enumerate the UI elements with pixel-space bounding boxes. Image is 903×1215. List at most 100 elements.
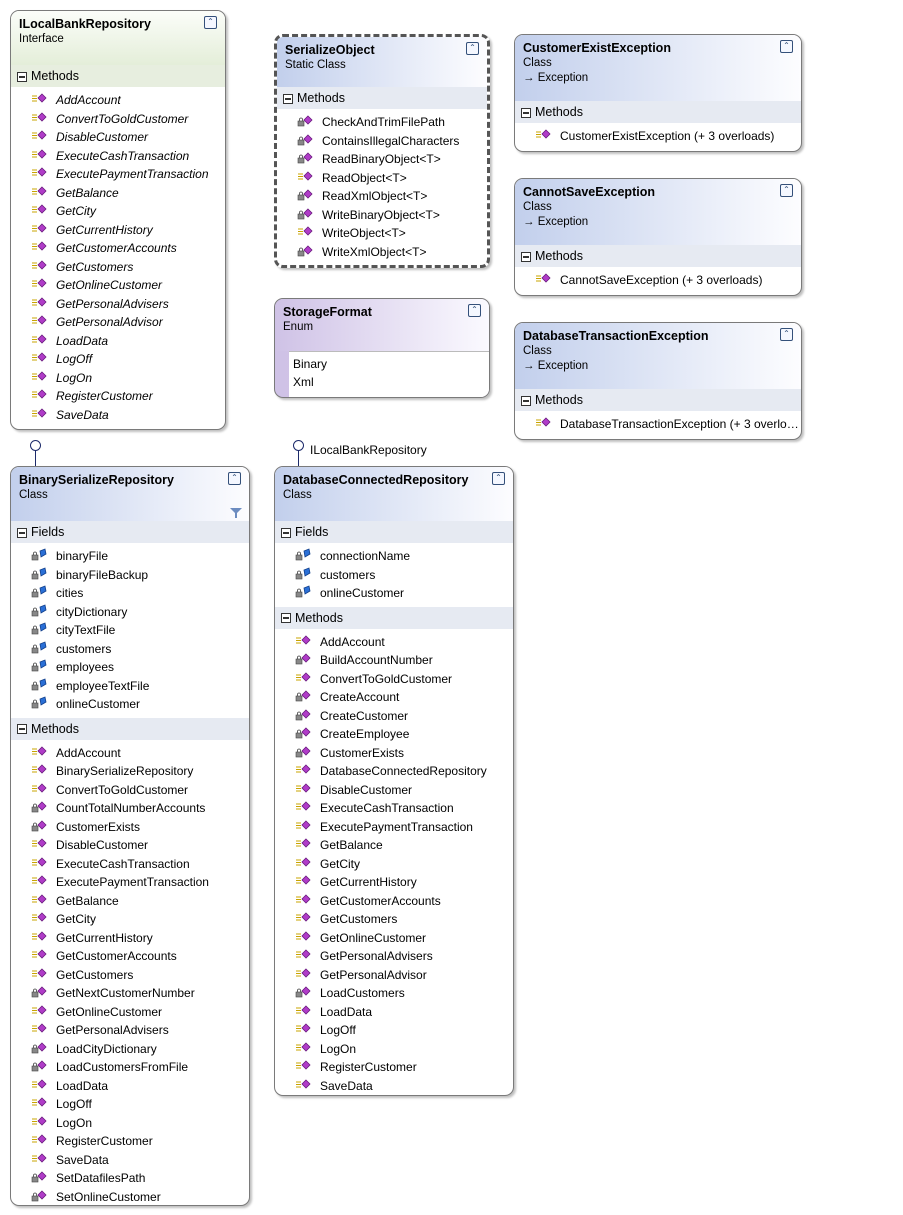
shape-storage[interactable]: StorageFormat Enum ⌃ Binary Xml [274,298,490,398]
member-item[interactable]: customers [11,640,249,659]
member-item[interactable]: cities [11,584,249,603]
member-item[interactable]: AddAccount [275,633,513,652]
member-item[interactable]: GetPersonalAdvisers [11,1021,249,1040]
section-header-fields[interactable]: Fields [11,521,249,543]
member-item[interactable]: customers [275,566,513,585]
shape-header[interactable]: DatabaseConnectedRepository Class ⌃ [275,467,513,521]
member-item[interactable]: BinarySerializeRepository [11,762,249,781]
shape-dbconn[interactable]: DatabaseConnectedRepository Class ⌃ Fields… [274,466,514,1096]
member-item[interactable]: LoadData [275,1003,513,1022]
member-item[interactable]: ReadBinaryObject<T> [277,150,487,169]
shape-binary[interactable]: BinarySerializeRepository Class ⌃ Fields bi… [10,466,250,1206]
member-item[interactable]: GetCustomerAccounts [11,239,225,258]
member-item[interactable]: LogOn [11,369,225,388]
member-item[interactable]: CreateAccount [275,688,513,707]
member-item[interactable]: LogOn [275,1040,513,1059]
shape-custexist[interactable]: CustomerExistException Class → Exception ⌃… [514,34,802,152]
shape-serialize[interactable]: SerializeObject Static Class ⌃ Methods Chec… [274,34,490,268]
member-item[interactable]: CustomerExists [11,818,249,837]
member-item[interactable]: DisableCustomer [275,781,513,800]
collapse-chevron-icon[interactable]: ⌃ [228,472,241,485]
collapse-chevron-icon[interactable]: ⌃ [468,304,481,317]
member-item[interactable]: ExecuteCashTransaction [11,147,225,166]
collapse-section-icon[interactable] [17,724,27,735]
member-item[interactable]: LoadData [11,332,225,351]
member-item[interactable]: RegisterCustomer [11,1132,249,1151]
member-item[interactable]: GetPersonalAdvisor [11,313,225,332]
member-item[interactable]: LoadCityDictionary [11,1040,249,1059]
member-item[interactable]: LoadCustomersFromFile [11,1058,249,1077]
member-item[interactable]: GetCurrentHistory [11,929,249,948]
member-item[interactable]: ConvertToGoldCustomer [11,781,249,800]
member-item[interactable]: ExecutePaymentTransaction [11,165,225,184]
member-item[interactable]: GetCurrentHistory [275,873,513,892]
member-item[interactable]: ConvertToGoldCustomer [11,110,225,129]
section-header-methods[interactable]: Methods [11,717,249,740]
section-header-methods[interactable]: Methods [515,389,801,411]
enum-value[interactable]: Xml [293,373,489,391]
member-item[interactable]: RegisterCustomer [275,1058,513,1077]
member-item[interactable]: GetCustomers [11,966,249,985]
collapse-section-icon[interactable] [281,527,291,538]
member-item[interactable]: CannotSaveException (+ 3 overloads) [515,271,801,290]
member-item[interactable]: SetDatafilesPath [11,1169,249,1188]
shape-header[interactable]: StorageFormat Enum ⌃ [275,299,489,351]
member-item[interactable]: GetPersonalAdvisor [275,966,513,985]
member-item[interactable]: LogOff [275,1021,513,1040]
filter-icon[interactable] [230,508,242,518]
member-item[interactable]: GetBalance [11,184,225,203]
member-item[interactable]: GetPersonalAdvisers [275,947,513,966]
member-item[interactable]: CountTotalNumberAccounts [11,799,249,818]
collapse-section-icon[interactable] [17,71,27,82]
member-item[interactable]: connectionName [275,547,513,566]
member-item[interactable]: SaveData [11,406,225,425]
collapse-chevron-icon[interactable]: ⌃ [780,184,793,197]
member-item[interactable]: GetCity [275,855,513,874]
collapse-section-icon[interactable] [17,527,27,538]
member-item[interactable]: WriteXmlObject<T> [277,243,487,262]
section-header-methods[interactable]: Methods [11,65,225,87]
enum-value[interactable]: Binary [293,355,489,373]
member-item[interactable]: ReadXmlObject<T> [277,187,487,206]
member-item[interactable]: GetCustomers [275,910,513,929]
collapse-chevron-icon[interactable]: ⌃ [204,16,217,29]
member-item[interactable]: GetCurrentHistory [11,221,225,240]
member-item[interactable]: GetPersonalAdvisers [11,295,225,314]
collapse-section-icon[interactable] [521,107,531,118]
member-item[interactable]: LogOn [11,1114,249,1133]
member-item[interactable]: CustomerExistException (+ 3 overloads) [515,127,801,146]
member-item[interactable]: CheckAndTrimFilePath [277,113,487,132]
member-item[interactable]: onlineCustomer [275,584,513,603]
member-item[interactable]: LoadCustomers [275,984,513,1003]
member-item[interactable]: ExecuteCashTransaction [11,855,249,874]
member-item[interactable]: GetNextCustomerNumber [11,984,249,1003]
member-item[interactable]: DatabaseConnectedRepository [275,762,513,781]
member-item[interactable]: ExecutePaymentTransaction [11,873,249,892]
collapse-chevron-icon[interactable]: ⌃ [780,328,793,341]
member-item[interactable]: LogOff [11,1095,249,1114]
member-item[interactable]: AddAccount [11,91,225,110]
member-item[interactable]: CreateEmployee [275,725,513,744]
shape-header[interactable]: CustomerExistException Class → Exception ⌃ [515,35,801,101]
shape-header[interactable]: ILocalBankRepository Interface ⌃ [11,11,225,65]
member-item[interactable]: WriteObject<T> [277,224,487,243]
interface-lollipop[interactable] [30,440,41,466]
member-item[interactable]: ConvertToGoldCustomer [275,670,513,689]
member-item[interactable]: GetBalance [275,836,513,855]
member-item[interactable]: employees [11,658,249,677]
collapse-section-icon[interactable] [283,93,293,104]
member-item[interactable]: GetOnlineCustomer [11,1003,249,1022]
member-item[interactable]: SetOnlineCustomer [11,1188,249,1206]
collapse-chevron-icon[interactable]: ⌃ [492,472,505,485]
shape-dbtrans[interactable]: DatabaseTransactionException Class → Exce… [514,322,802,440]
shape-header[interactable]: SerializeObject Static Class ⌃ [277,37,487,87]
shape-ilocal[interactable]: ILocalBankRepository Interface ⌃ Methods Ad… [10,10,226,430]
member-item[interactable]: BuildAccountNumber [275,651,513,670]
member-item[interactable]: SaveData [11,1151,249,1170]
member-item[interactable]: GetCustomerAccounts [11,947,249,966]
section-header-fields[interactable]: Fields [275,521,513,543]
member-item[interactable]: GetCity [11,910,249,929]
member-item[interactable]: ExecuteCashTransaction [275,799,513,818]
section-header-methods[interactable]: Methods [277,87,487,109]
member-item[interactable]: LogOff [11,350,225,369]
